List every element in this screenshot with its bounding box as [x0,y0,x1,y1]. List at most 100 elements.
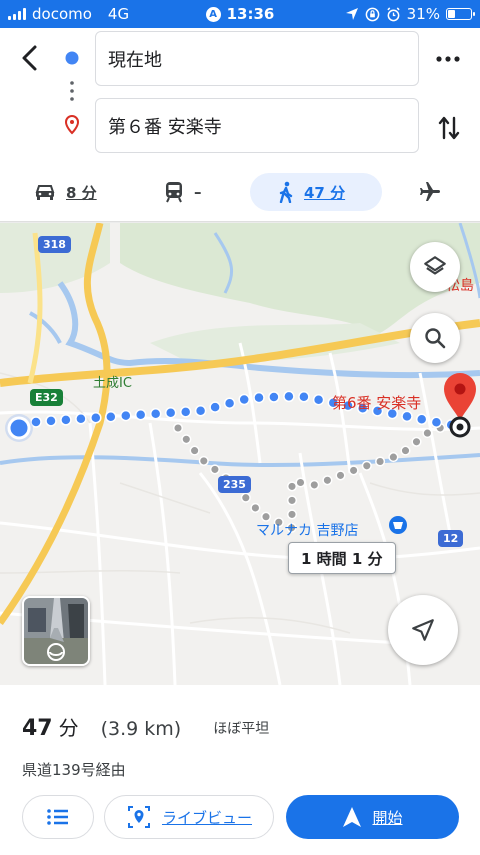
list-icon [47,809,68,825]
route-dot [286,481,298,492]
live-view-icon [127,806,150,828]
route-dot [223,397,236,410]
carrier-label: docomo [32,5,92,23]
destination-field[interactable]: 第６番 安楽寺 [95,98,419,153]
directions-header: 現在地 第６番 安楽寺 8 分 – 47 分 [0,28,480,223]
route-distance: (3.9 km) [100,718,182,740]
expressway-shield: E32 [30,389,63,406]
start-label: 開始 [372,808,403,827]
route-dot [388,452,399,463]
route-dot [400,445,411,456]
route-dot [181,434,192,445]
alarm-icon [387,6,400,21]
layers-icon [424,256,446,275]
route-connector [64,51,80,135]
shop-label[interactable]: マルナカ 吉野店 [256,520,358,540]
map-view[interactable]: 318 235 12 E32 土成IC マルナカ 吉野店 第6番 安楽寺 松島 … [0,223,480,685]
network-label: 4G [107,5,130,23]
route-dot [322,475,333,486]
route-dot [194,405,207,417]
route-dot [105,410,117,423]
route-summary: 47 分 (3.9 km) ほぼ平坦 [22,712,269,741]
location-active-icon: A [205,7,221,22]
route-dot [411,436,422,447]
route-terrain: ほぼ平坦 [213,721,270,737]
train-icon [166,182,182,203]
stream [29,311,62,344]
mode-driving-tab[interactable]: 8 分 [34,173,97,211]
map-search-button[interactable] [410,313,460,363]
street-view-image [24,598,88,664]
swap-button[interactable] [432,108,466,148]
mode-walking-label: 47 分 [304,183,346,202]
start-navigation-button[interactable]: 開始 [286,795,459,839]
alt-route [172,422,446,533]
route-dot [295,477,306,488]
route-dot [238,393,250,406]
destination-text: 第６番 安楽寺 [108,116,222,138]
current-location-dot [7,416,31,440]
recenter-button[interactable] [388,595,458,665]
route-dot [253,391,265,404]
route-dot [309,479,320,490]
route-dot [268,391,280,403]
battery-icon [446,8,475,20]
more-options-button[interactable] [430,44,466,74]
destination-map-label[interactable]: 第6番 安楽寺 [332,392,421,413]
walk-icon [279,181,293,203]
route-dot [209,464,220,475]
route-dot [149,408,162,420]
route-dot [348,465,359,476]
interchange-label: 土成IC [93,376,132,391]
route-dot [172,422,184,434]
alt-route-duration[interactable]: 1 時間 1 分 [288,542,396,574]
origin-field[interactable]: 現在地 [95,31,419,86]
route-dot [75,413,87,425]
route-dot [375,456,386,467]
steps-button[interactable] [22,795,94,839]
mode-transit-tab[interactable]: – [164,173,202,211]
route-dot [120,409,132,422]
route-summary-sheet: 47 分 (3.9 km) ほぼ平坦 県道139号経由 ライブビュー 開始 [0,685,480,855]
navigation-arrow-icon [412,619,434,641]
route-dot [179,406,192,418]
route-dot [90,411,102,424]
live-view-label: ライブビュー [161,808,252,827]
mode-flight-tab[interactable] [418,173,442,211]
street-view-thumbnail[interactable] [22,596,90,666]
route-shield: 235 [218,476,251,493]
navigation-start-icon [343,807,362,827]
route-dot [298,391,310,403]
route-dot [335,470,346,481]
destination-pin-icon [64,114,80,135]
live-view-button[interactable]: ライブビュー [104,795,274,839]
route-duration: 47 [22,716,53,741]
route-shield: 318 [38,236,71,253]
orientation-lock-icon [365,7,379,21]
route-duration-unit: 分 [58,716,79,740]
route-dot [283,390,295,403]
route-dot [240,492,251,503]
route-via: 県道139号経由 [22,761,126,779]
swap-vertical-icon [438,116,460,140]
origin-dot-icon [65,51,79,65]
signal-icon [8,8,26,20]
mode-transit-label: – [194,183,202,201]
route-dot [209,401,221,413]
layers-button[interactable] [410,242,460,292]
mode-walking-tab[interactable]: 47 分 [250,173,382,211]
location-arrow-icon [345,8,358,20]
search-icon [425,328,446,349]
back-button[interactable] [12,38,46,78]
battery-percent: 31% [406,5,440,23]
clock-label: 13:36 [226,5,275,23]
route-dot [189,445,200,456]
travel-mode-bar: 8 分 – 47 分 [0,173,480,213]
route-dot [60,414,72,426]
route-dot [250,502,261,513]
status-bar: docomo 4G A 13:36 31% [0,0,480,28]
car-icon [35,185,55,200]
route-dot [134,408,147,421]
route-dot [286,509,298,520]
route-dot [422,428,433,439]
